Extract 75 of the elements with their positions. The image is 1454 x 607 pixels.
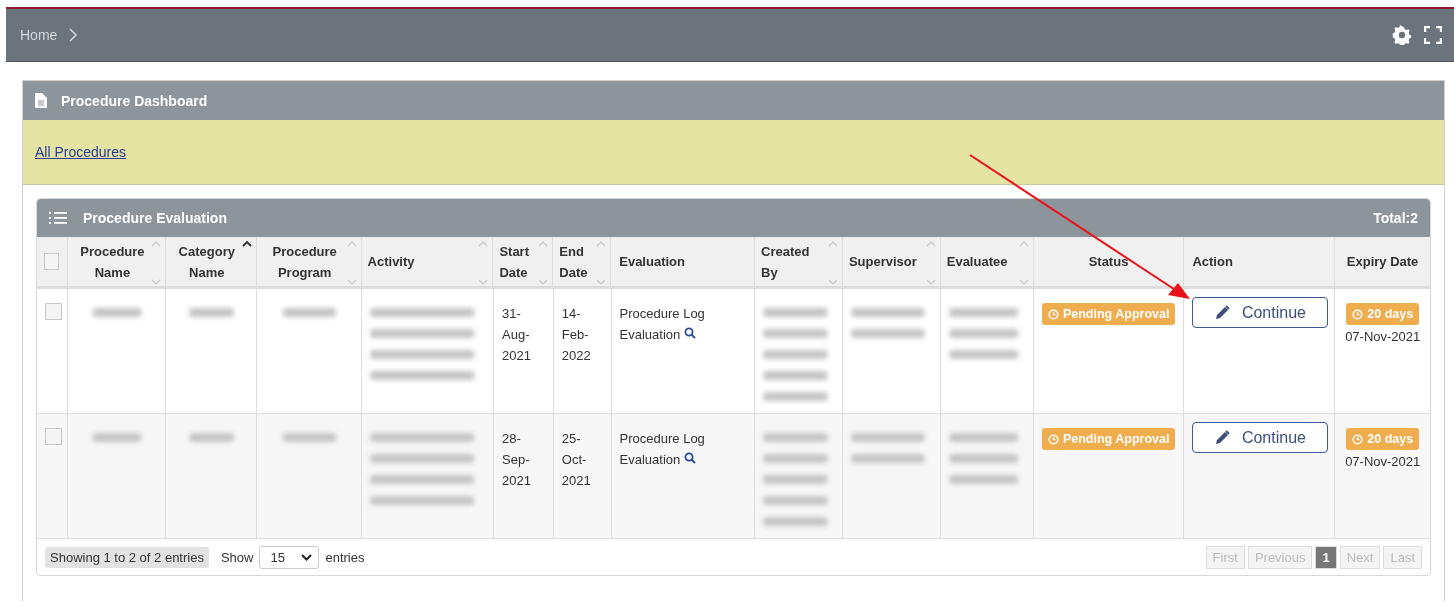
status-text: Pending Approval <box>1062 431 1170 448</box>
header-label: End Date <box>559 242 589 282</box>
clock-icon <box>1047 308 1059 320</box>
clock-icon <box>1352 433 1364 445</box>
entries-label: entries <box>325 549 365 565</box>
column-header[interactable]: Procedure Program <box>256 237 362 289</box>
column-header[interactable]: Status <box>1033 237 1185 289</box>
header-label: Procedure Program <box>271 242 338 282</box>
header-label: Expiry Date <box>1346 253 1419 271</box>
header-label: Activity <box>367 253 415 271</box>
days-text: 20 days <box>1367 306 1414 323</box>
column-header[interactable]: Start Date <box>493 237 554 289</box>
sort-icon <box>538 240 549 286</box>
evaluation-link[interactable]: Procedure Log Evaluation <box>619 303 746 345</box>
column-header[interactable]: Supervisor <box>842 237 941 289</box>
sort-icon <box>346 240 357 286</box>
pencil-icon <box>1214 305 1230 320</box>
column-header[interactable]: Activity <box>361 237 494 289</box>
header-label: Action <box>1192 253 1233 271</box>
header-label: Evaluation <box>619 253 685 271</box>
header-label: Created By <box>761 242 811 282</box>
expiry-date: 07-Nov-2021 <box>1344 452 1422 471</box>
status-text: Pending Approval <box>1062 306 1170 323</box>
column-header[interactable]: Evaluation <box>611 237 755 289</box>
date-text: 28-Sep-2021 <box>502 431 531 488</box>
column-header[interactable]: Created By <box>755 237 843 289</box>
header-label: Category Name <box>177 242 236 282</box>
header-label: Start Date <box>499 242 530 282</box>
list-icon <box>49 211 67 225</box>
header-label: Status <box>1088 253 1129 271</box>
caret-icon <box>301 553 313 561</box>
all-procedures-link[interactable]: All Procedures <box>35 144 127 160</box>
date-text: 31-Aug-2021 <box>502 306 531 363</box>
sort-icon <box>150 240 161 286</box>
page-size-select[interactable]: 15 <box>259 545 320 569</box>
continue-button[interactable]: Continue <box>1192 422 1329 453</box>
settings-icon[interactable] <box>1392 25 1412 45</box>
sort-icon <box>925 240 936 286</box>
sort-ascending-icon <box>241 240 252 248</box>
sort-icon <box>827 240 838 286</box>
header-label: Evaluatee <box>946 253 1008 271</box>
search-icon[interactable] <box>683 327 696 339</box>
clock-icon <box>1047 433 1059 445</box>
continue-button[interactable]: Continue <box>1192 297 1329 328</box>
expiry-date: 07-Nov-2021 <box>1344 327 1422 346</box>
column-header[interactable]: Expiry Date <box>1335 237 1430 289</box>
search-icon[interactable] <box>683 452 696 464</box>
document-icon <box>35 93 47 108</box>
chevron-icon <box>69 28 78 42</box>
fullscreen-icon[interactable] <box>1424 26 1442 44</box>
pager-button[interactable]: 1 <box>1315 545 1337 569</box>
days-text: 20 days <box>1367 431 1414 448</box>
sort-icon <box>478 240 489 286</box>
checkbox[interactable] <box>44 253 59 270</box>
column-header[interactable]: Action <box>1184 237 1336 289</box>
column-header[interactable]: Evaluatee <box>940 237 1034 289</box>
sort-icon <box>596 240 607 286</box>
entries-info: Showing 1 to 2 of 2 entries <box>45 546 209 568</box>
show-label: Show <box>220 549 254 565</box>
column-header[interactable]: Procedure Name <box>68 237 166 289</box>
checkbox[interactable] <box>45 303 62 320</box>
card-title: Procedure Dashboard <box>61 92 208 109</box>
header-label: Supervisor <box>848 253 917 271</box>
clock-icon <box>1352 308 1364 320</box>
panel-title: Procedure Evaluation <box>83 210 227 226</box>
sort-icon <box>1018 240 1029 286</box>
column-header[interactable]: Category Name <box>165 237 257 289</box>
evaluation-link[interactable]: Procedure Log Evaluation <box>619 428 746 470</box>
checkbox[interactable] <box>45 428 62 445</box>
total-count: Total:2 <box>1373 210 1418 226</box>
header-label: Procedure Name <box>79 242 146 282</box>
date-text: 25-Oct-2021 <box>561 431 591 488</box>
column-header[interactable]: End Date <box>553 237 612 289</box>
pencil-icon <box>1214 430 1230 445</box>
date-text: 14-Feb-2022 <box>561 306 591 363</box>
